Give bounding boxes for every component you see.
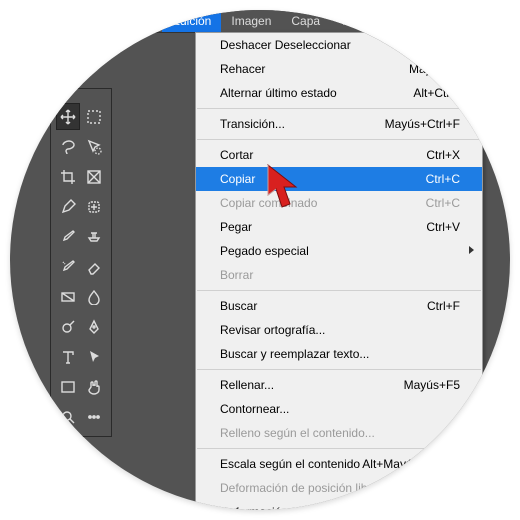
menu-item-borrar: Borrar (196, 263, 482, 287)
menubar-fragment: vo (10, 10, 162, 32)
rectangle-tool[interactable] (56, 373, 80, 400)
menu-item-rellenar[interactable]: Rellenar...Mayús+F5 (196, 373, 482, 397)
lasso-tool[interactable] (56, 133, 80, 160)
menu-item-def-posicion: Deformación de posición libre (196, 476, 482, 500)
menu-capa[interactable]: Capa (281, 10, 330, 32)
type-tool[interactable] (56, 343, 80, 370)
menu-separator (197, 369, 481, 370)
menu-item-copiar-combinado: Copiar combinadoCtrl+C (196, 191, 482, 215)
menu-item-copiar[interactable]: CopiarCtrl+C (196, 167, 482, 191)
move-tool[interactable] (56, 103, 80, 130)
tools-panel (50, 88, 112, 437)
menu-item-alternar[interactable]: Alternar último estadoAlt+Ctrl+ (196, 81, 482, 105)
menu-item-def-perspectiva[interactable]: Deformación de perspectiva (196, 500, 482, 510)
eraser-tool[interactable] (83, 253, 107, 280)
app-chrome: vo Edición Imagen Capa Texto Selecci ⌄ (10, 10, 510, 510)
menu-imagen[interactable]: Imagen (221, 10, 281, 32)
crop-tool[interactable] (56, 163, 80, 190)
menu-item-transicion[interactable]: Transición...Mayús+Ctrl+F (196, 112, 482, 136)
edit-menu-dropdown: Deshacer Deseleccionar RehacerMayús+C Al… (195, 32, 483, 510)
pen-tool[interactable] (83, 313, 107, 340)
menu-item-buscar-reemplazar[interactable]: Buscar y reemplazar texto... (196, 342, 482, 366)
menu-edicion[interactable]: Edición (162, 10, 221, 32)
foreground-swatch[interactable] (52, 442, 68, 458)
rect-marquee-tool[interactable] (83, 103, 107, 130)
menu-seleccion[interactable]: Selecci (379, 10, 438, 32)
menu-item-relleno-contenido: Relleno según el contenido... (196, 421, 482, 445)
path-select-tool[interactable] (83, 343, 107, 370)
frame-tool[interactable] (83, 163, 107, 190)
menubar: vo Edición Imagen Capa Texto Selecci (10, 10, 510, 32)
healing-brush-tool[interactable] (83, 193, 107, 220)
menu-item-pegado-especial[interactable]: Pegado especial (196, 239, 482, 263)
viewport: vo Edición Imagen Capa Texto Selecci ⌄ (10, 10, 510, 510)
home-icon[interactable] (64, 37, 84, 55)
menu-texto[interactable]: Texto (330, 10, 379, 32)
brush-tool[interactable] (56, 223, 80, 250)
menu-item-buscar[interactable]: BuscarCtrl+F (196, 294, 482, 318)
menu-separator (197, 290, 481, 291)
menu-item-rehacer[interactable]: RehacerMayús+C (196, 57, 482, 81)
hand-tool[interactable] (83, 373, 107, 400)
history-brush-tool[interactable] (56, 253, 80, 280)
gradient-tool[interactable] (56, 283, 80, 310)
menu-item-pegar[interactable]: PegarCtrl+V (196, 215, 482, 239)
menu-item-cortar[interactable]: CortarCtrl+X (196, 143, 482, 167)
menu-item-deshacer[interactable]: Deshacer Deseleccionar (196, 33, 482, 57)
clone-stamp-tool[interactable] (83, 223, 107, 250)
menu-item-escala-contenido[interactable]: Escala según el contenidoAlt+Mayús+Ctrl+… (196, 452, 482, 476)
menu-separator (197, 448, 481, 449)
menu-item-contornear[interactable]: Contornear... (196, 397, 482, 421)
color-swatches[interactable] (52, 442, 78, 468)
edit-toolbar[interactable] (83, 403, 107, 430)
dodge-tool[interactable] (56, 313, 80, 340)
quick-select-tool[interactable] (83, 133, 107, 160)
eyedropper-tool[interactable] (56, 193, 80, 220)
menu-separator (197, 108, 481, 109)
blur-tool[interactable] (83, 283, 107, 310)
menu-item-ortografia[interactable]: Revisar ortografía... (196, 318, 482, 342)
menu-separator (197, 139, 481, 140)
zoom-tool[interactable] (56, 403, 80, 430)
